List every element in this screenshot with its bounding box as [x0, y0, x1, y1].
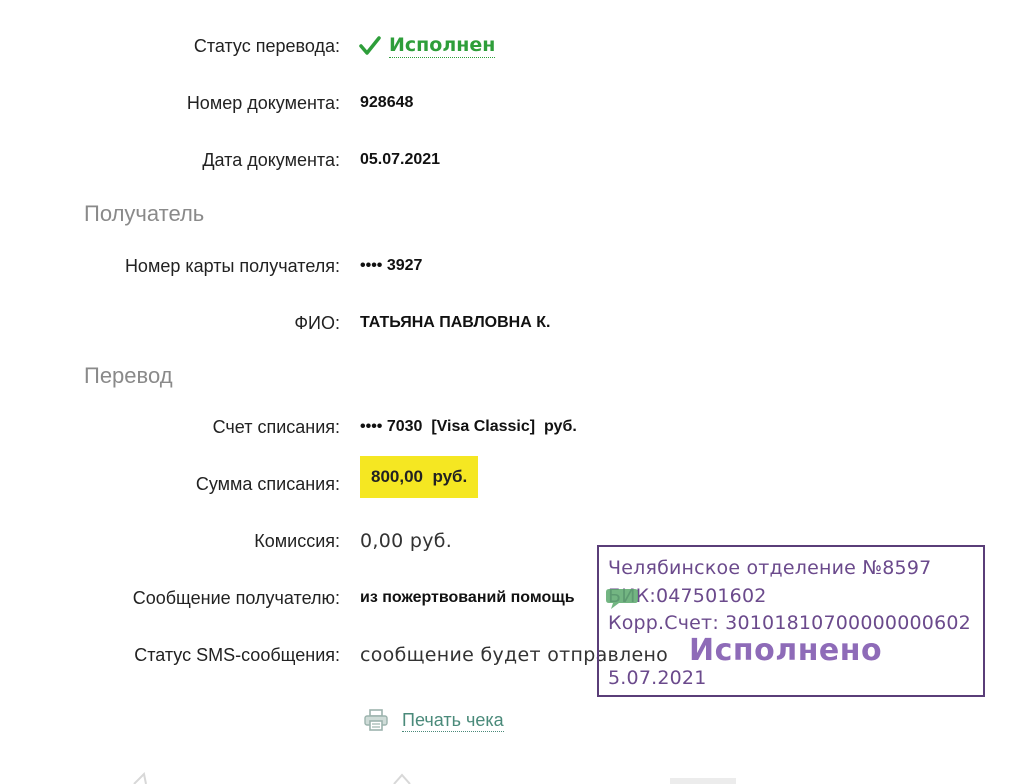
printer-icon — [364, 709, 388, 731]
bottom-partial-icon-middle — [393, 773, 411, 784]
amount-row: Сумма списания: 800,00 руб. — [0, 456, 1026, 500]
message-label: Сообщение получателю: — [132, 588, 340, 608]
doc-date-row: Дата документа: 05.07.2021 — [0, 144, 1026, 176]
status-row: Статус перевода: Исполнен — [0, 30, 1026, 62]
stamp-date: 5.07.2021 — [608, 667, 707, 689]
recipient-section-title: Получатель — [84, 201, 205, 226]
card-row: Номер карты получателя: •••• 3927 — [0, 250, 1026, 282]
fee-label: Комиссия: — [254, 531, 340, 551]
name-value: ТАТЬЯНА ПАВЛОВНА К. — [360, 314, 551, 331]
stamp-corr-account: Корр.Счет: 30101810700000000602 — [608, 612, 971, 634]
doc-date-value: 05.07.2021 — [360, 151, 441, 168]
print-receipt-link[interactable]: Печать чека — [364, 706, 504, 734]
card-value: •••• 3927 — [360, 257, 423, 274]
message-value: из пожертвований помощь — [360, 589, 575, 606]
amount-label: Сумма списания: — [195, 474, 340, 494]
transfer-section-title: Перевод — [84, 363, 173, 388]
check-icon — [359, 36, 381, 55]
status-value: Исполнен — [359, 30, 496, 62]
status-label: Статус перевода: — [193, 36, 340, 56]
name-label: ФИО: — [294, 313, 340, 333]
name-row: ФИО: ТАТЬЯНА ПАВЛОВНА К. — [0, 307, 1026, 339]
doc-number-value: 928648 — [360, 94, 414, 111]
account-value: •••• 7030 [Visa Classic] руб. — [360, 418, 577, 435]
card-label: Номер карты получателя: — [124, 256, 340, 276]
doc-number-label: Номер документа: — [186, 93, 340, 113]
account-label: Счет списания: — [212, 417, 340, 437]
print-receipt-label[interactable]: Печать чека — [402, 709, 504, 732]
bottom-partial-icon-right — [670, 778, 736, 784]
bank-stamp: Челябинское отделение №8597 БИК:04750160… — [597, 545, 985, 697]
doc-date-label: Дата документа: — [202, 150, 340, 170]
doc-number-row: Номер документа: 928648 — [0, 87, 1026, 119]
status-text[interactable]: Исполнен — [389, 34, 496, 58]
bottom-partial-icon-left — [133, 772, 147, 784]
amount-value: 800,00 руб. — [360, 456, 479, 498]
fee-value: 0,00 руб. — [360, 530, 453, 552]
speech-bubble-icon — [606, 589, 638, 609]
account-row: Счет списания: •••• 7030 [Visa Classic] … — [0, 411, 1026, 443]
stamp-executed: Исполнено — [689, 633, 883, 668]
stamp-branch: Челябинское отделение №8597 — [608, 557, 932, 579]
sms-label: Статус SMS-сообщения: — [134, 645, 340, 665]
